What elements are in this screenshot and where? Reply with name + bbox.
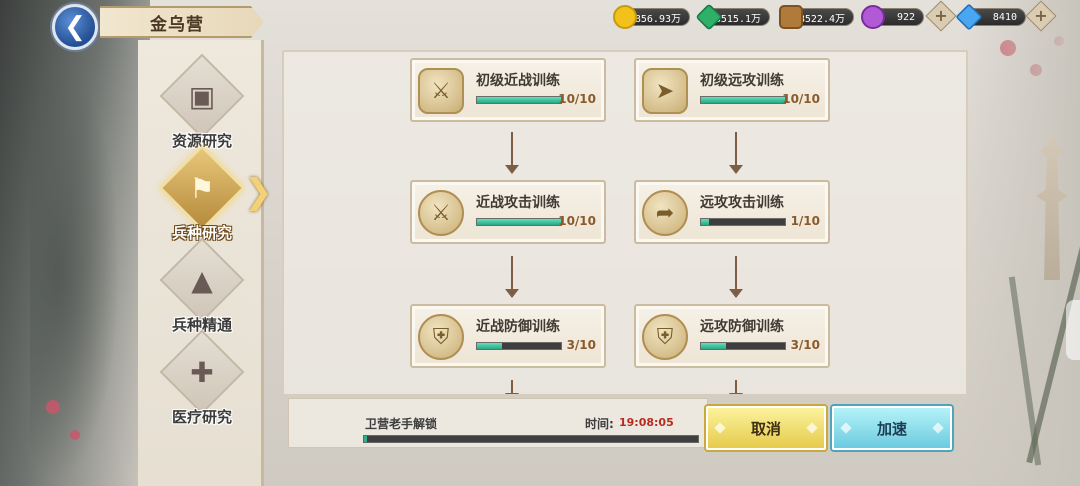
title-banner: 金乌营 [100, 6, 264, 38]
melee-upgrade-icon: ⚔ [418, 68, 464, 114]
research-node-name: 初级近战训练 [476, 73, 560, 89]
page-title: 金乌营 [150, 14, 204, 35]
jade-gem-icon [695, 3, 723, 31]
category-sidebar: ▣ 资源研究 ⚑ 兵种研究 ▲ 兵种精通 ✚ 医疗研究 [138, 40, 264, 486]
research-progress-bar [476, 96, 562, 104]
cancel-button[interactable]: 取消 [706, 406, 826, 450]
research-node-count: 10/10 [782, 92, 820, 106]
tree-arrow [505, 256, 519, 298]
research-node-name: 近战攻击训练 [476, 195, 560, 211]
research-node-ranged-attack[interactable]: ➦ 远攻攻击训练 1/10 [634, 180, 830, 244]
research-node-count: 10/10 [558, 214, 596, 228]
research-node-melee-defense[interactable]: ⛨ 近战防御训练 3/10 [410, 304, 606, 368]
gold-coin-icon [613, 5, 637, 29]
medical-cross-icon: ✚ [190, 356, 214, 389]
tree-arrow [729, 256, 743, 298]
research-node-name: 远攻攻击训练 [700, 195, 784, 211]
sidebar-item-medical-research[interactable]: ✚ 医疗研究 [156, 329, 248, 438]
research-node-count: 1/10 [790, 214, 820, 228]
research-node-melee-basic[interactable]: ⚔ 初级近战训练 10/10 [410, 58, 606, 122]
plus-icon: + [934, 6, 948, 25]
side-drawer-handle[interactable] [1066, 300, 1080, 360]
research-node-name: 近战防御训练 [476, 319, 560, 335]
research-node-count: 10/10 [558, 92, 596, 106]
wood-log-icon [779, 5, 803, 29]
currency-orb-value: 922 [896, 11, 915, 23]
back-arrow-icon: ❮ [64, 12, 86, 42]
research-node-melee-attack[interactable]: ⚔ 近战攻击训练 10/10 [410, 180, 606, 244]
time-label: 时间: [585, 417, 614, 431]
research-node-count: 3/10 [566, 338, 596, 352]
blossom-decoration [70, 430, 80, 440]
research-node-ranged-defense[interactable]: ⛨ 远攻防御训练 3/10 [634, 304, 830, 368]
currency-gold-value: 856.93万 [634, 13, 681, 25]
tree-arrow [729, 380, 743, 394]
tent-icon: ▲ [191, 264, 213, 297]
research-progress-bar [476, 218, 562, 226]
background-right-wash [960, 0, 1080, 486]
purple-orb-icon [861, 5, 885, 29]
soldier-helmet-icon: ⚑ [189, 172, 215, 205]
time-remaining: 19:08:05 [619, 416, 674, 429]
research-node-name: 远攻防御训练 [700, 319, 784, 335]
sword-shield-icon: ⛨ [418, 314, 464, 360]
research-node-count: 3/10 [790, 338, 820, 352]
ranged-upgrade-icon: ➤ [642, 68, 688, 114]
bow-shield-icon: ⛨ [642, 314, 688, 360]
current-research-progress-bar [363, 435, 699, 443]
currency-gold: 856.93万 [613, 5, 690, 29]
treasure-chest-icon: ▣ [188, 80, 216, 113]
back-button[interactable]: ❮ [52, 4, 98, 50]
bow-arrow-icon: ➦ [642, 190, 688, 236]
currency-jade: 3515.1万 [695, 3, 770, 31]
crossed-swords-icon: ⚔ [418, 190, 464, 236]
research-node-name: 初级远攻训练 [700, 73, 784, 89]
currency-wood: 18522.4万 [779, 5, 854, 29]
research-node-ranged-basic[interactable]: ➤ 初级远攻训练 10/10 [634, 58, 830, 122]
cancel-button-label: 取消 [750, 419, 781, 438]
speed-up-button-label: 加速 [876, 419, 907, 438]
currency-jade-value: 3515.1万 [714, 13, 761, 25]
research-progress-bar [700, 218, 786, 226]
add-orb-button[interactable]: + [925, 0, 957, 32]
research-tree-panel: ⚔ 初级近战训练 10/10 ⚔ 近战攻击训练 10/10 ⛨ 近战防御训练 3… [282, 50, 968, 396]
speed-up-button[interactable]: 加速 [832, 406, 952, 450]
background-mountain-left [0, 0, 150, 486]
currency-diamond: 8410 [955, 3, 1026, 31]
currency-diamond-value: 8410 [992, 11, 1017, 23]
research-progress-bar [700, 342, 786, 350]
tree-arrow [729, 132, 743, 174]
current-research-name: 卫营老手解锁 [365, 417, 438, 431]
currency-orb: 922 [861, 5, 924, 29]
research-progress-bar [700, 96, 786, 104]
blossom-decoration [46, 400, 60, 414]
tree-arrow [505, 132, 519, 174]
research-status-bar: 卫营老手解锁 时间: 19:08:05 [288, 398, 708, 448]
sidebar-item-label: 医疗研究 [171, 408, 232, 426]
research-progress-bar [476, 342, 562, 350]
selected-arrow-icon: ❯ [244, 172, 273, 212]
tree-arrow [505, 380, 519, 394]
plus-icon: + [1034, 6, 1048, 25]
